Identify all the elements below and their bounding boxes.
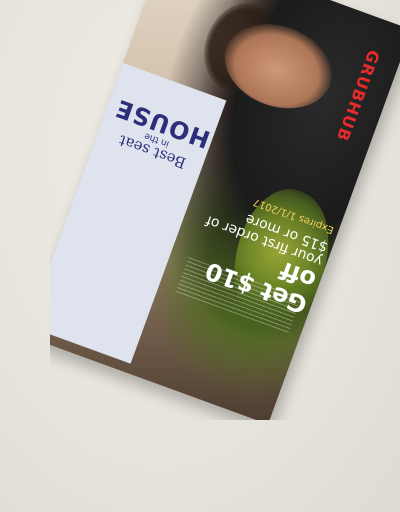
postcard-clip: Best seat in the HOUSE Get $10 off your … bbox=[50, 0, 400, 420]
tabletop-scene: Best seat in the HOUSE Get $10 off your … bbox=[0, 0, 400, 512]
promo-postcard: Best seat in the HOUSE Get $10 off your … bbox=[50, 0, 400, 420]
